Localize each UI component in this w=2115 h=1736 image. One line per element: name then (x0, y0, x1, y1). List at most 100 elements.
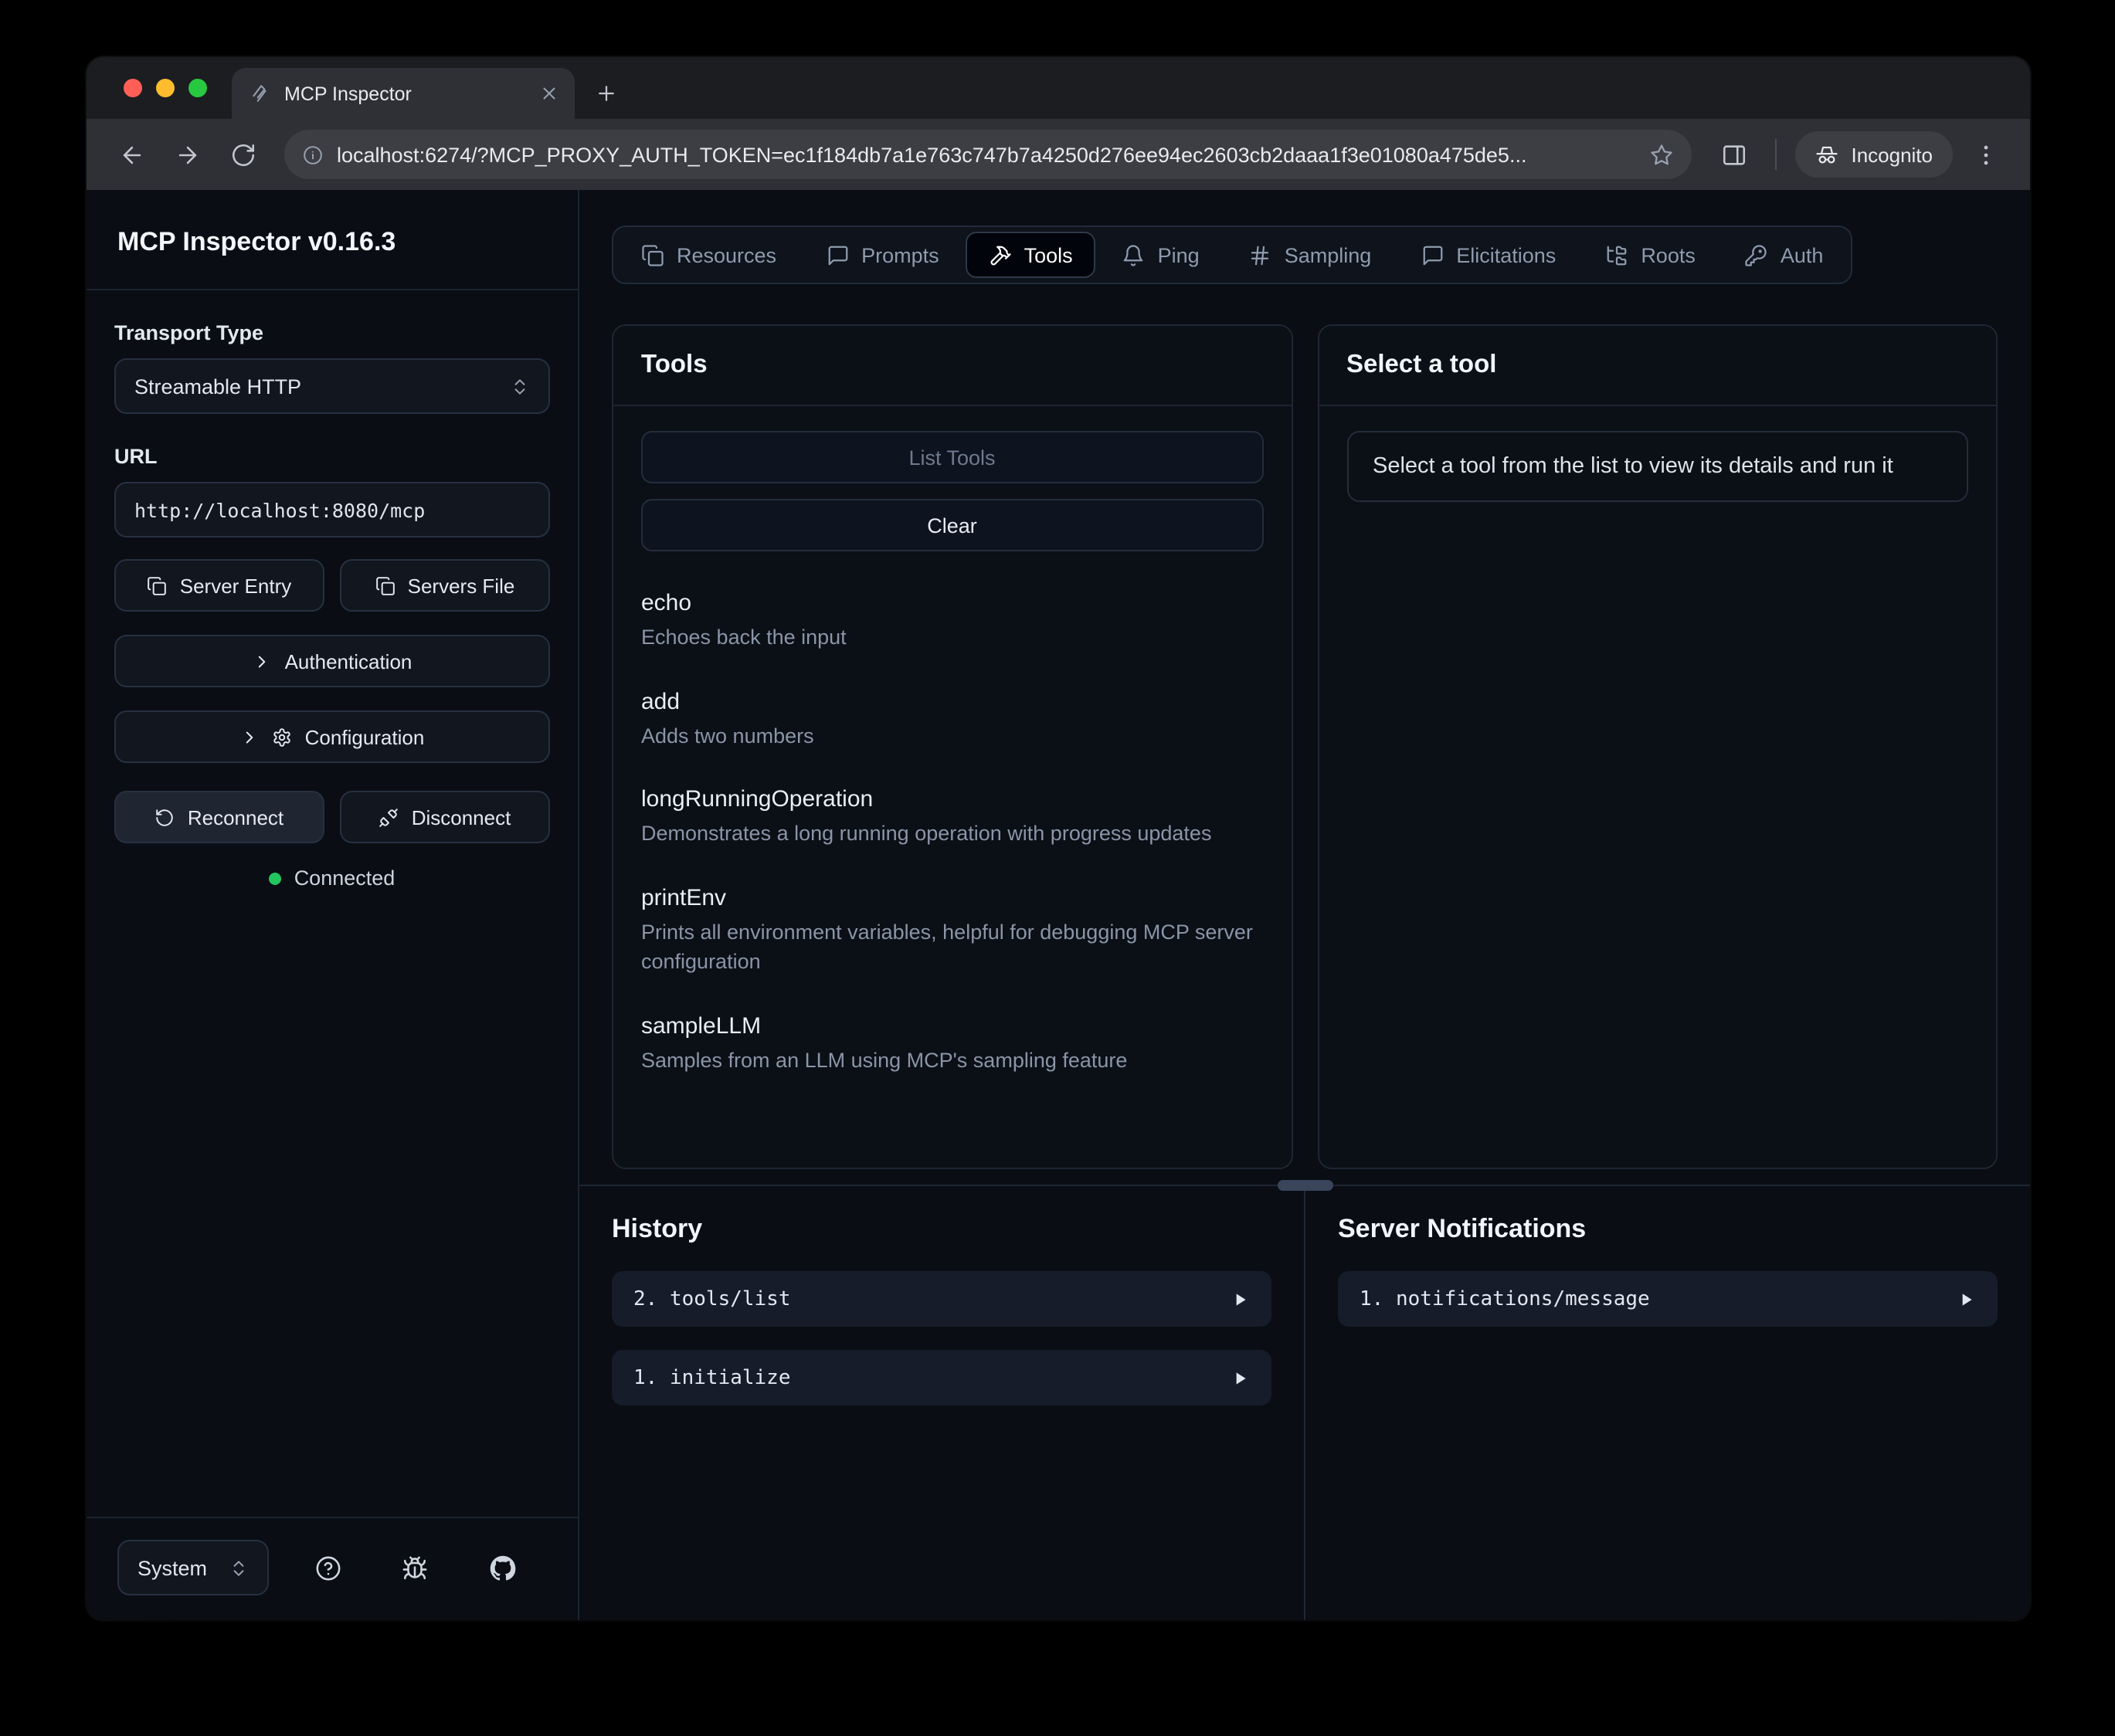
tab-label: Prompts (861, 243, 939, 266)
refresh-ccw-icon (155, 807, 175, 827)
tab-roots[interactable]: Roots (1582, 232, 1719, 278)
chevron-right-icon (253, 651, 273, 671)
feature-tabs-list: Resources Prompts Tools Ping (612, 225, 1852, 284)
new-tab-button[interactable] (584, 71, 627, 114)
tab-ping[interactable]: Ping (1099, 232, 1223, 278)
close-tab-icon[interactable] (539, 83, 559, 103)
tab-elicitations[interactable]: Elicitations (1397, 232, 1579, 278)
server-entry-button[interactable]: Server Entry (114, 559, 324, 612)
reconnect-label: Reconnect (188, 805, 283, 829)
tab-label: Ping (1158, 243, 1200, 266)
tab-label: Sampling (1285, 243, 1372, 266)
incognito-label: Incognito (1851, 143, 1933, 166)
tool-description: Samples from an LLM using MCP's sampling… (641, 1046, 1263, 1076)
bottom-section: History 2. tools/list 1. initialize Serv… (579, 1185, 2030, 1620)
key-icon (1745, 243, 1768, 266)
folder-tree-icon (1605, 243, 1628, 266)
notification-item[interactable]: 1. notifications/message (1338, 1271, 1998, 1327)
side-panel-icon (1720, 141, 1747, 168)
tool-detail-title: Select a tool (1319, 326, 1996, 406)
zoom-window-button[interactable] (188, 79, 207, 97)
browser-menu-button[interactable] (1962, 131, 2008, 178)
server-url-input[interactable] (114, 482, 550, 537)
unplug-icon (379, 807, 399, 827)
server-notifications-section: Server Notifications 1. notifications/me… (1304, 1186, 2030, 1620)
tool-list-item[interactable]: sampleLLM Samples from an LLM using MCP'… (641, 1013, 1263, 1076)
help-button[interactable] (305, 1544, 351, 1591)
expand-arrow-icon (1956, 1289, 1976, 1309)
site-info-icon[interactable] (303, 144, 323, 164)
servers-file-button[interactable]: Servers File (340, 559, 550, 612)
back-button[interactable] (108, 131, 154, 178)
reconnect-button[interactable]: Reconnect (114, 791, 324, 843)
hash-icon (1249, 243, 1272, 266)
split-resize-handle[interactable] (1277, 1180, 1332, 1191)
app-title: MCP Inspector v0.16.3 (114, 190, 550, 289)
history-item-label: 1. initialize (633, 1366, 791, 1389)
url-text: localhost:6274/?MCP_PROXY_AUTH_TOKEN=ec1… (337, 143, 1636, 166)
tool-list-item[interactable]: printEnv Prints all environment variable… (641, 884, 1263, 977)
tab-label: Roots (1641, 243, 1696, 266)
kebab-menu-icon (1972, 141, 1998, 168)
tool-list-item[interactable]: add Adds two numbers (641, 688, 1263, 751)
history-item[interactable]: 2. tools/list (612, 1271, 1271, 1327)
github-button[interactable] (480, 1544, 526, 1591)
disconnect-button[interactable]: Disconnect (340, 791, 550, 843)
tab-label: Auth (1781, 243, 1824, 266)
debug-button[interactable] (392, 1544, 439, 1591)
connection-status-label: Connected (294, 866, 396, 890)
tool-description: Demonstrates a long running operation wi… (641, 819, 1263, 849)
configuration-expander[interactable]: Configuration (114, 710, 550, 763)
browser-window: MCP Inspector localhost:6274/?MCP_PROXY_… (87, 57, 2030, 1620)
sidebar-footer: System (114, 1518, 550, 1620)
tool-name: longRunningOperation (641, 786, 1263, 812)
history-title: History (612, 1214, 1271, 1245)
sidebar: MCP Inspector v0.16.3 Transport Type Str… (87, 190, 579, 1620)
list-tools-button[interactable]: List Tools (641, 431, 1263, 483)
tool-description: Prints all environment variables, helpfu… (641, 917, 1263, 977)
files-icon (641, 243, 664, 266)
browser-tab[interactable]: MCP Inspector (232, 68, 575, 119)
history-item[interactable]: 1. initialize (612, 1350, 1271, 1405)
side-panel-button[interactable] (1710, 131, 1757, 178)
url-label: URL (114, 445, 550, 468)
tool-name: add (641, 688, 1263, 714)
forward-button[interactable] (164, 131, 210, 178)
hammer-icon (989, 243, 1012, 266)
close-window-button[interactable] (124, 79, 142, 97)
tab-prompts[interactable]: Prompts (803, 232, 962, 278)
servers-file-label: Servers File (408, 574, 515, 597)
minimize-window-button[interactable] (156, 79, 175, 97)
bookmark-star-icon[interactable] (1650, 143, 1673, 166)
tab-label: Tools (1024, 243, 1073, 266)
expand-arrow-icon (1230, 1368, 1250, 1388)
transport-type-select[interactable]: Streamable HTTP (114, 358, 550, 414)
tool-list-item[interactable]: echo Echoes back the input (641, 590, 1263, 653)
incognito-icon (1815, 143, 1838, 166)
theme-select-value: System (137, 1556, 229, 1579)
tool-name: printEnv (641, 884, 1263, 910)
tab-sampling[interactable]: Sampling (1226, 232, 1395, 278)
window-controls (124, 79, 207, 97)
expand-arrow-icon (1230, 1289, 1250, 1309)
tab-label: Resources (677, 243, 776, 266)
clear-tools-button[interactable]: Clear (641, 499, 1263, 551)
authentication-expander[interactable]: Authentication (114, 635, 550, 687)
history-item-label: 2. tools/list (633, 1287, 791, 1310)
tool-list-item[interactable]: longRunningOperation Demonstrates a long… (641, 786, 1263, 849)
connection-status: Connected (114, 866, 550, 890)
browser-tabstrip: MCP Inspector (87, 57, 2030, 119)
message-square-icon (826, 243, 849, 266)
tab-resources[interactable]: Resources (618, 232, 799, 278)
disconnect-label: Disconnect (412, 805, 511, 829)
plus-icon (594, 81, 617, 104)
main-area: Resources Prompts Tools Ping (579, 190, 2030, 1620)
reload-button[interactable] (219, 131, 266, 178)
tab-tools[interactable]: Tools (966, 232, 1096, 278)
tab-auth[interactable]: Auth (1722, 232, 1847, 278)
copy-icon (375, 575, 396, 595)
address-bar[interactable]: localhost:6274/?MCP_PROXY_AUTH_TOKEN=ec1… (284, 130, 1692, 179)
back-arrow-icon (118, 141, 144, 168)
bell-icon (1122, 243, 1146, 266)
theme-select[interactable]: System (117, 1540, 269, 1595)
